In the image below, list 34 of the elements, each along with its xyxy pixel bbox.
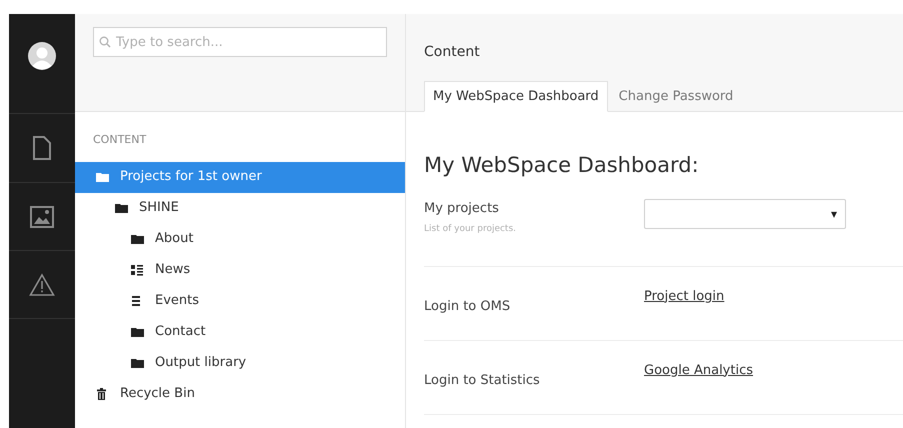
tree-item[interactable]: News [75, 254, 405, 286]
tree-item[interactable]: Output library [75, 348, 405, 378]
document-icon[interactable] [32, 135, 52, 161]
link[interactable]: Project login [644, 286, 724, 306]
link[interactable]: Google Analytics [644, 360, 754, 380]
tree-item[interactable]: Projects for 1st owner [75, 162, 405, 192]
project-dropdown[interactable]: ▾ [644, 198, 846, 228]
field-label: Login to OMS [424, 298, 510, 316]
warning-icon[interactable] [29, 272, 55, 296]
tree-item[interactable]: About [75, 224, 405, 254]
folder-icon [131, 326, 144, 338]
tab[interactable]: Change Password [608, 81, 744, 112]
field-hint: List of your projects. [424, 223, 516, 236]
search-field[interactable]: Type to search... [93, 27, 387, 57]
section-heading: CONTENT [93, 132, 146, 148]
avatar-icon[interactable] [28, 42, 56, 70]
folder-icon [115, 202, 128, 214]
folder-icon [131, 357, 144, 369]
page-title: Content [424, 43, 480, 62]
trash-icon [96, 388, 109, 400]
tree-item[interactable]: Contact [75, 316, 405, 348]
tree-item[interactable]: Recycle Bin [75, 378, 405, 410]
search-icon [99, 36, 111, 48]
tree-item[interactable]: Events [75, 286, 405, 316]
folder-icon [96, 171, 109, 183]
grid-icon [131, 264, 144, 276]
field-label: Login to Statistics [424, 372, 540, 390]
caret-icon: ▾ [830, 204, 837, 222]
folder-icon [131, 233, 144, 245]
tree-item[interactable]: SHINE [75, 192, 405, 224]
image-icon[interactable] [30, 206, 54, 228]
field-label: My projects [424, 200, 499, 218]
dashboard-heading: My WebSpace Dashboard: [424, 152, 699, 179]
tab[interactable]: My WebSpace Dashboard [424, 81, 608, 112]
